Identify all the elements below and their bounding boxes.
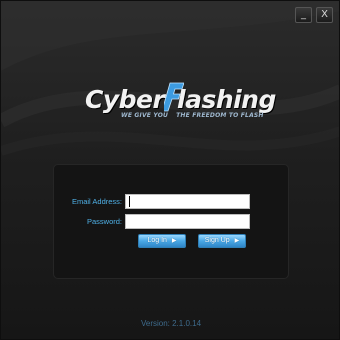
signup-button[interactable]: Sign Up ▶: [198, 234, 246, 248]
login-panel: Email Address: Password: Log In ▶ Sign Up…: [53, 164, 289, 279]
cyber-flashing-logo: Cyber lashing WE GIVE YOU THE FREEDOM TO …: [85, 82, 276, 125]
logo-tagline: WE GIVE YOU THE FREEDOM TO FLASH: [121, 112, 264, 119]
play-arrow-icon: ▶: [234, 238, 240, 244]
password-field[interactable]: [125, 214, 250, 229]
version-text: Version: 2.1.0.14: [140, 319, 202, 328]
password-row: Password:: [54, 214, 250, 229]
login-button-label: Log In: [147, 237, 167, 244]
logo-tagline-right: THE FREEDOM TO FLASH: [176, 112, 264, 119]
email-field[interactable]: [125, 194, 250, 209]
password-label: Password:: [86, 217, 122, 226]
minimize-button[interactable]: _: [295, 7, 312, 23]
app-window: _ X Cyber lashing WE GIVE YOU THE FREEDOM…: [0, 0, 340, 340]
login-button[interactable]: Log In ▶: [138, 234, 186, 248]
logo-word-cyber: Cyber: [85, 85, 165, 114]
logo-tagline-left: WE GIVE YOU: [121, 112, 169, 119]
email-row: Email Address:: [54, 194, 250, 209]
window-controls: _ X: [295, 7, 333, 23]
email-label: Email Address:: [71, 197, 122, 206]
logo-word-lashing: lashing: [177, 85, 276, 114]
text-caret: [129, 196, 130, 208]
close-button[interactable]: X: [316, 7, 333, 23]
signup-button-label: Sign Up: [204, 237, 230, 244]
play-arrow-icon: ▶: [171, 238, 177, 244]
